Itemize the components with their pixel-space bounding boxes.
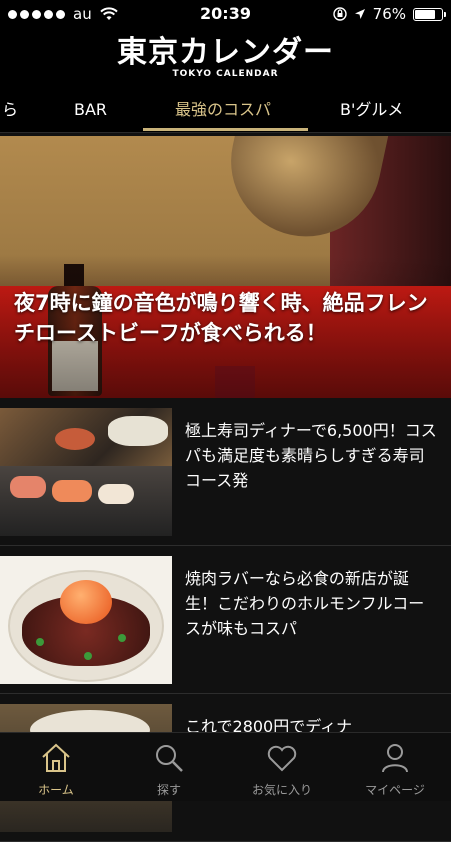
- tabbar-mypage[interactable]: マイページ: [339, 733, 451, 801]
- article-item[interactable]: 焼肉ラバーなら必食の新店が誕生！こだわりのホルモンフルコースが味もコスパ: [0, 546, 451, 694]
- battery-icon: [413, 7, 446, 21]
- category-tabs: ら BAR 最強のコスパ B'グルメ: [0, 88, 451, 133]
- tabbar-favorites-label: お気に入り: [251, 783, 312, 797]
- article-title[interactable]: 焼肉ラバーなら必食の新店が誕生！こだわりのホルモンフルコースが味もコスパ: [185, 566, 439, 641]
- tabbar-favorites[interactable]: お気に入り: [226, 733, 338, 801]
- tabbar-search-label: 探す: [156, 783, 181, 797]
- article-title[interactable]: 極上寿司ディナーで6,500円！コスパも満足度も素晴らしすぎる寿司コース発: [185, 418, 439, 493]
- logo-subtitle: TOKYO CALENDAR: [172, 69, 279, 79]
- article-thumbnail: [0, 556, 172, 684]
- tab-best-value[interactable]: 最強のコスパ: [175, 88, 271, 132]
- status-bar: au 20:39 76%: [0, 0, 451, 30]
- orientation-lock-icon: [332, 7, 347, 21]
- tabbar-home[interactable]: ホーム: [0, 733, 112, 801]
- thumbnail-part: [55, 428, 95, 450]
- hero-article[interactable]: [0, 136, 451, 398]
- logo-title[interactable]: 東京カレンダー: [0, 36, 451, 70]
- battery-fill: [415, 9, 435, 19]
- heart-icon: [267, 745, 297, 772]
- tabbar-search[interactable]: 探す: [113, 733, 225, 801]
- location-arrow-icon: [354, 9, 365, 19]
- search-icon: [156, 745, 183, 772]
- app-header: 東京カレンダー TOKYO CALENDAR: [0, 30, 451, 88]
- thumbnail-part: [84, 652, 92, 660]
- battery-percent: 76%: [372, 5, 406, 23]
- tab-previous[interactable]: ら: [2, 88, 18, 132]
- article-thumbnail: [0, 408, 172, 536]
- tab-b-gourmet[interactable]: B'グルメ: [340, 88, 403, 132]
- bottom-tab-bar: ホーム 探す お気に入り マイページ: [0, 732, 451, 801]
- status-right: 76%: [332, 5, 446, 23]
- tabbar-mypage-label: マイページ: [365, 783, 425, 797]
- hero-title[interactable]: 夜7時に鐘の音色が鳴り響く時、絶品フレンチローストビーフが食べられる！: [14, 288, 434, 348]
- person-icon: [382, 744, 408, 773]
- thumbnail-part: [36, 638, 44, 646]
- home-icon: [42, 743, 70, 772]
- thumbnail-part: [10, 476, 46, 498]
- tabbar-home-label: ホーム: [38, 783, 74, 797]
- tab-bar[interactable]: BAR: [74, 88, 107, 132]
- thumbnail-part: [108, 416, 168, 446]
- active-tab-indicator: [143, 128, 308, 131]
- article-item[interactable]: 極上寿司ディナーで6,500円！コスパも満足度も素晴らしすぎる寿司コース発: [0, 398, 451, 546]
- thumbnail-part: [52, 480, 92, 502]
- thumbnail-part: [98, 484, 134, 504]
- thumbnail-part: [60, 580, 112, 624]
- thumbnail-part: [118, 634, 126, 642]
